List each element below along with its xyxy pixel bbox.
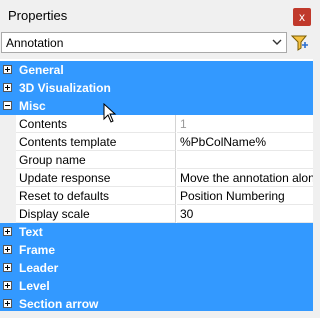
object-type-dropdown[interactable]: Annotation [1,32,287,53]
object-type-value: Annotation [6,36,64,50]
property-name: Group name [19,153,86,167]
property-grid: General 3D Visualization Misc Contents 1… [0,59,313,313]
category-level[interactable]: Level [0,277,313,295]
category-misc[interactable]: Misc [0,97,313,115]
property-row-contents[interactable]: Contents 1 [0,115,313,133]
panel-title: Properties [8,8,68,23]
property-name: Reset to defaults [19,189,110,203]
property-row-display-scale[interactable]: Display scale 30 [0,205,313,223]
plus-box-icon[interactable] [3,281,12,290]
property-row-group-name[interactable]: Group name [0,151,313,169]
property-value: Move the annotation along [180,171,313,185]
category-label: 3D Visualization [19,81,111,95]
category-label: Misc [19,99,46,113]
property-name: Display scale [19,207,90,221]
category-frame[interactable]: Frame [0,241,313,259]
quick-select-button[interactable] [290,33,310,53]
titlebar: Properties x [0,0,313,30]
property-row-reset-to-defaults[interactable]: Reset to defaults Position Numbering [0,187,313,205]
category-3d-visualization[interactable]: 3D Visualization [0,79,313,97]
property-name: Contents template [19,135,117,149]
category-text[interactable]: Text [0,223,313,241]
property-row-update-response[interactable]: Update response Move the annotation alon… [0,169,313,187]
plus-box-icon[interactable] [3,227,12,236]
plus-box-icon[interactable] [3,83,12,92]
property-value: %PbColName% [180,135,267,149]
quick-select-filter-icon [290,35,308,51]
category-label: Level [19,279,50,293]
category-label: Text [19,225,43,239]
property-value: 1 [180,117,187,131]
plus-box-icon[interactable] [3,263,12,272]
category-label: Frame [19,243,56,257]
property-row-contents-template[interactable]: Contents template %PbColName% [0,133,313,151]
category-label: Section arrow [19,297,99,311]
minus-box-icon[interactable] [3,101,12,110]
close-button[interactable]: x [293,8,311,26]
property-value: Position Numbering [180,189,285,203]
plus-box-icon[interactable] [3,299,12,308]
property-value: 30 [180,207,194,221]
category-leader[interactable]: Leader [0,259,313,277]
chevron-down-icon [272,39,282,45]
plus-box-icon[interactable] [3,245,12,254]
plus-box-icon[interactable] [3,65,12,74]
category-general[interactable]: General [0,61,313,79]
close-icon: x [299,10,305,24]
property-name: Update response [19,171,111,185]
category-label: Leader [19,261,59,275]
property-name: Contents [19,117,68,131]
category-label: General [19,63,64,77]
